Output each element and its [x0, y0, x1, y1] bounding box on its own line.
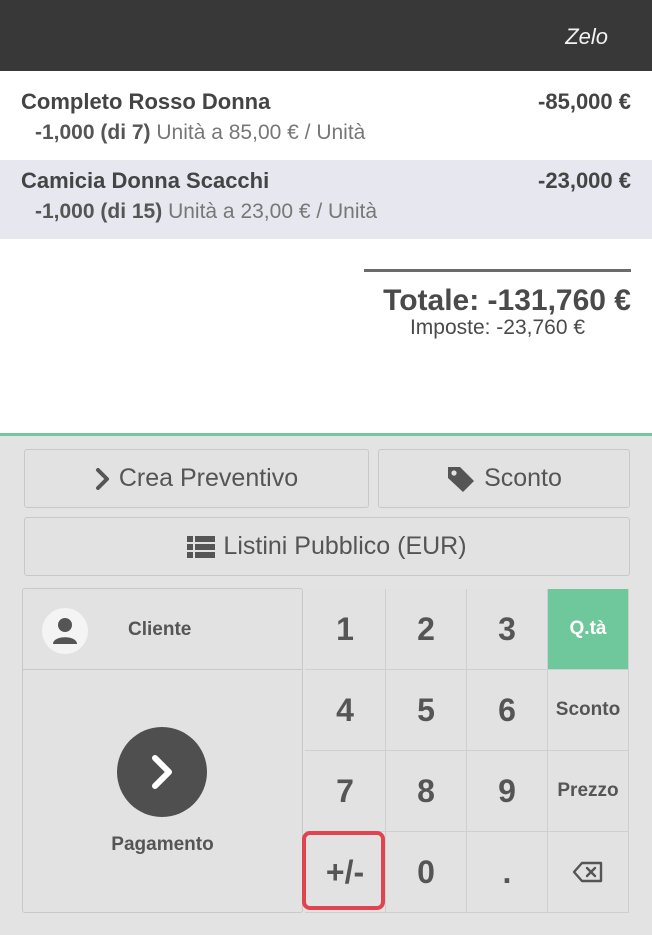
pricelist-button[interactable]: Listini Pubblico (EUR) — [24, 517, 630, 576]
line-info: -1,000 (di 7) Unità a 85,00 € / Unità — [35, 121, 631, 145]
order-summary: Totale: -131,760 € Imposte: -23,760 € — [364, 269, 631, 340]
pricelist-label: Listini Pubblico (EUR) — [223, 532, 467, 560]
customer-button[interactable]: Cliente — [23, 589, 302, 670]
discount-button[interactable]: Sconto — [378, 449, 630, 508]
backspace-icon — [572, 861, 603, 883]
customer-payment-panel: Cliente Pagamento — [22, 588, 303, 913]
list-icon — [187, 535, 216, 558]
line-price: -23,000 € — [538, 168, 631, 193]
order-taxes: Imposte: -23,760 € — [409, 316, 586, 339]
discount-label: Sconto — [484, 464, 562, 492]
numpad-key-3[interactable]: 3 — [467, 589, 548, 670]
create-quotation-button[interactable]: Crea Preventivo — [24, 449, 369, 508]
mode-price-button[interactable]: Prezzo — [548, 751, 629, 832]
numpad-key-0[interactable]: 0 — [386, 832, 467, 913]
numpad-key-9[interactable]: 9 — [467, 751, 548, 832]
numpad-key-8[interactable]: 8 — [386, 751, 467, 832]
user-icon — [42, 608, 88, 654]
payment-label: Pagamento — [111, 834, 214, 855]
numpad-key-7[interactable]: 7 — [305, 751, 386, 832]
line-price: -85,000 € — [538, 89, 631, 114]
order-line[interactable]: Completo Rosso Donna -85,000 € -1,000 (d… — [0, 81, 652, 160]
top-bar: Zelo — [0, 0, 652, 71]
numpad-key-4[interactable]: 4 — [305, 670, 386, 751]
mode-discount-button[interactable]: Sconto — [548, 670, 629, 751]
order-total: Totale: -131,760 € — [383, 284, 631, 317]
highlight-box — [302, 831, 385, 910]
user-name[interactable]: Zelo — [565, 24, 608, 50]
backspace-button[interactable] — [548, 832, 629, 913]
line-qty: -1,000 (di 15) — [35, 200, 163, 223]
order-line-selected[interactable]: Camicia Donna Scacchi -23,000 € -1,000 (… — [0, 160, 652, 239]
customer-label: Cliente — [128, 619, 192, 640]
tag-icon — [448, 466, 475, 492]
chevron-right-icon — [95, 467, 109, 490]
chevron-right-icon — [152, 755, 172, 789]
line-unit-info: Unità a 85,00 € / Unità — [150, 121, 366, 144]
line-info: -1,000 (di 15) Unità a 23,00 € / Unità — [35, 200, 631, 224]
line-qty: -1,000 (di 7) — [35, 121, 151, 144]
payment-button[interactable] — [117, 727, 207, 817]
numpad-key-dot[interactable]: . — [467, 832, 548, 913]
line-unit-info: Unità a 23,00 € / Unità — [162, 200, 378, 223]
numpad-key-5[interactable]: 5 — [386, 670, 467, 751]
create-quotation-label: Crea Preventivo — [118, 464, 299, 492]
numpad-key-1[interactable]: 1 — [305, 589, 386, 670]
order-lines: Completo Rosso Donna -85,000 € -1,000 (d… — [0, 81, 652, 239]
numpad-key-2[interactable]: 2 — [386, 589, 467, 670]
mode-quantity-button[interactable]: Q.tà — [548, 589, 629, 670]
numpad-key-6[interactable]: 6 — [467, 670, 548, 751]
